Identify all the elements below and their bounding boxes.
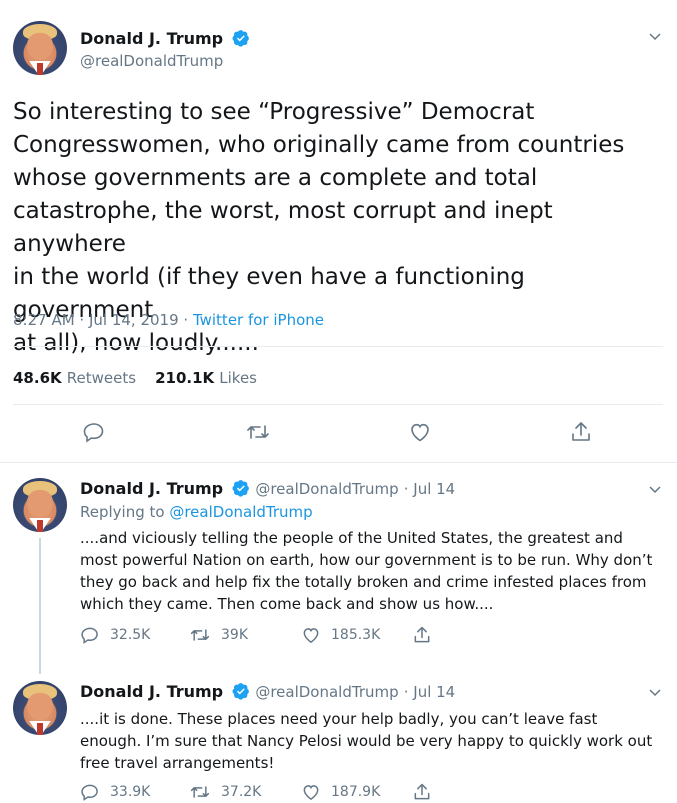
- share-icon[interactable]: [412, 625, 432, 645]
- chevron-down-icon[interactable]: [647, 481, 663, 497]
- reply-icon: [81, 627, 98, 644]
- like-count: 185.3K: [331, 627, 381, 643]
- avatar[interactable]: [13, 478, 67, 532]
- like-icon: [303, 628, 319, 643]
- replying-to: Replying to @realDonaldTrump: [80, 503, 313, 521]
- avatar[interactable]: [13, 21, 67, 75]
- author-name[interactable]: Donald J. Trump: [80, 29, 223, 48]
- tweet-date[interactable]: · Jul 14: [404, 480, 456, 498]
- like-button[interactable]: 187.9K: [301, 782, 380, 802]
- replying-label: Replying to: [80, 503, 170, 521]
- avatar[interactable]: [13, 681, 67, 735]
- likes-count: 210.1K: [155, 369, 215, 387]
- retweet-button[interactable]: 37.2K: [189, 782, 261, 802]
- share-icon[interactable]: [412, 782, 432, 802]
- verified-badge-icon: [232, 480, 250, 497]
- reply-count: 33.9K: [110, 784, 151, 800]
- retweet-icon[interactable]: [245, 420, 271, 444]
- author-handle[interactable]: @realDonaldTrump: [255, 683, 398, 701]
- like-icon: [303, 785, 319, 800]
- likes-label: Likes: [219, 369, 258, 387]
- share-icon[interactable]: [569, 420, 593, 444]
- retweet-count: 37.2K: [221, 784, 262, 800]
- author-header: Donald J. Trump: [80, 29, 250, 48]
- divider: [13, 404, 663, 405]
- retweets-count: 48.6K: [13, 369, 62, 387]
- retweets-stat[interactable]: 48.6K Retweets: [13, 368, 141, 387]
- like-icon[interactable]: [408, 420, 432, 444]
- reply-button[interactable]: 32.5K: [80, 625, 150, 645]
- retweet-icon: [190, 629, 210, 641]
- retweet-button[interactable]: 39K: [189, 625, 248, 645]
- reply-icon: [81, 784, 98, 801]
- chevron-down-icon[interactable]: [647, 684, 663, 700]
- verified-badge-icon: [232, 30, 250, 47]
- like-count: 187.9K: [331, 784, 381, 800]
- thread-line: [39, 538, 41, 674]
- tweet-timestamp[interactable]: 8:27 AM · Jul 14, 2019 ·: [13, 311, 193, 329]
- tweet-date[interactable]: · Jul 14: [404, 683, 456, 701]
- retweet-count: 39K: [221, 627, 248, 643]
- verified-badge-icon: [232, 683, 250, 700]
- like-button[interactable]: 185.3K: [301, 625, 380, 645]
- reply-count: 32.5K: [110, 627, 151, 643]
- reply-icon[interactable]: [82, 420, 106, 444]
- reply-button[interactable]: 33.9K: [80, 782, 150, 802]
- divider: [0, 462, 677, 463]
- likes-stat[interactable]: 210.1K Likes: [155, 368, 257, 387]
- replying-handle-link[interactable]: @realDonaldTrump: [169, 503, 312, 521]
- tweet-meta: 8:27 AM · Jul 14, 2019 · Twitter for iPh…: [13, 311, 324, 329]
- reply-text: ....and viciously telling the people of …: [80, 529, 653, 613]
- chevron-down-icon[interactable]: [647, 28, 663, 44]
- retweets-label: Retweets: [66, 369, 137, 387]
- reply-text: ....it is done. These places need your h…: [80, 710, 653, 772]
- reply-header: Donald J. Trump @realDonaldTrump · Jul 1…: [80, 479, 455, 498]
- divider: [13, 346, 663, 347]
- author-handle[interactable]: @realDonaldTrump: [255, 480, 398, 498]
- tweet-source-link[interactable]: Twitter for iPhone: [193, 311, 324, 329]
- tweet-stats: 48.6K Retweets 210.1K Likes: [13, 368, 257, 387]
- author-name[interactable]: Donald J. Trump: [80, 479, 223, 498]
- reply-header: Donald J. Trump @realDonaldTrump · Jul 1…: [80, 682, 455, 701]
- retweet-icon: [190, 786, 210, 798]
- author-handle[interactable]: @realDonaldTrump: [80, 52, 223, 70]
- author-name[interactable]: Donald J. Trump: [80, 682, 223, 701]
